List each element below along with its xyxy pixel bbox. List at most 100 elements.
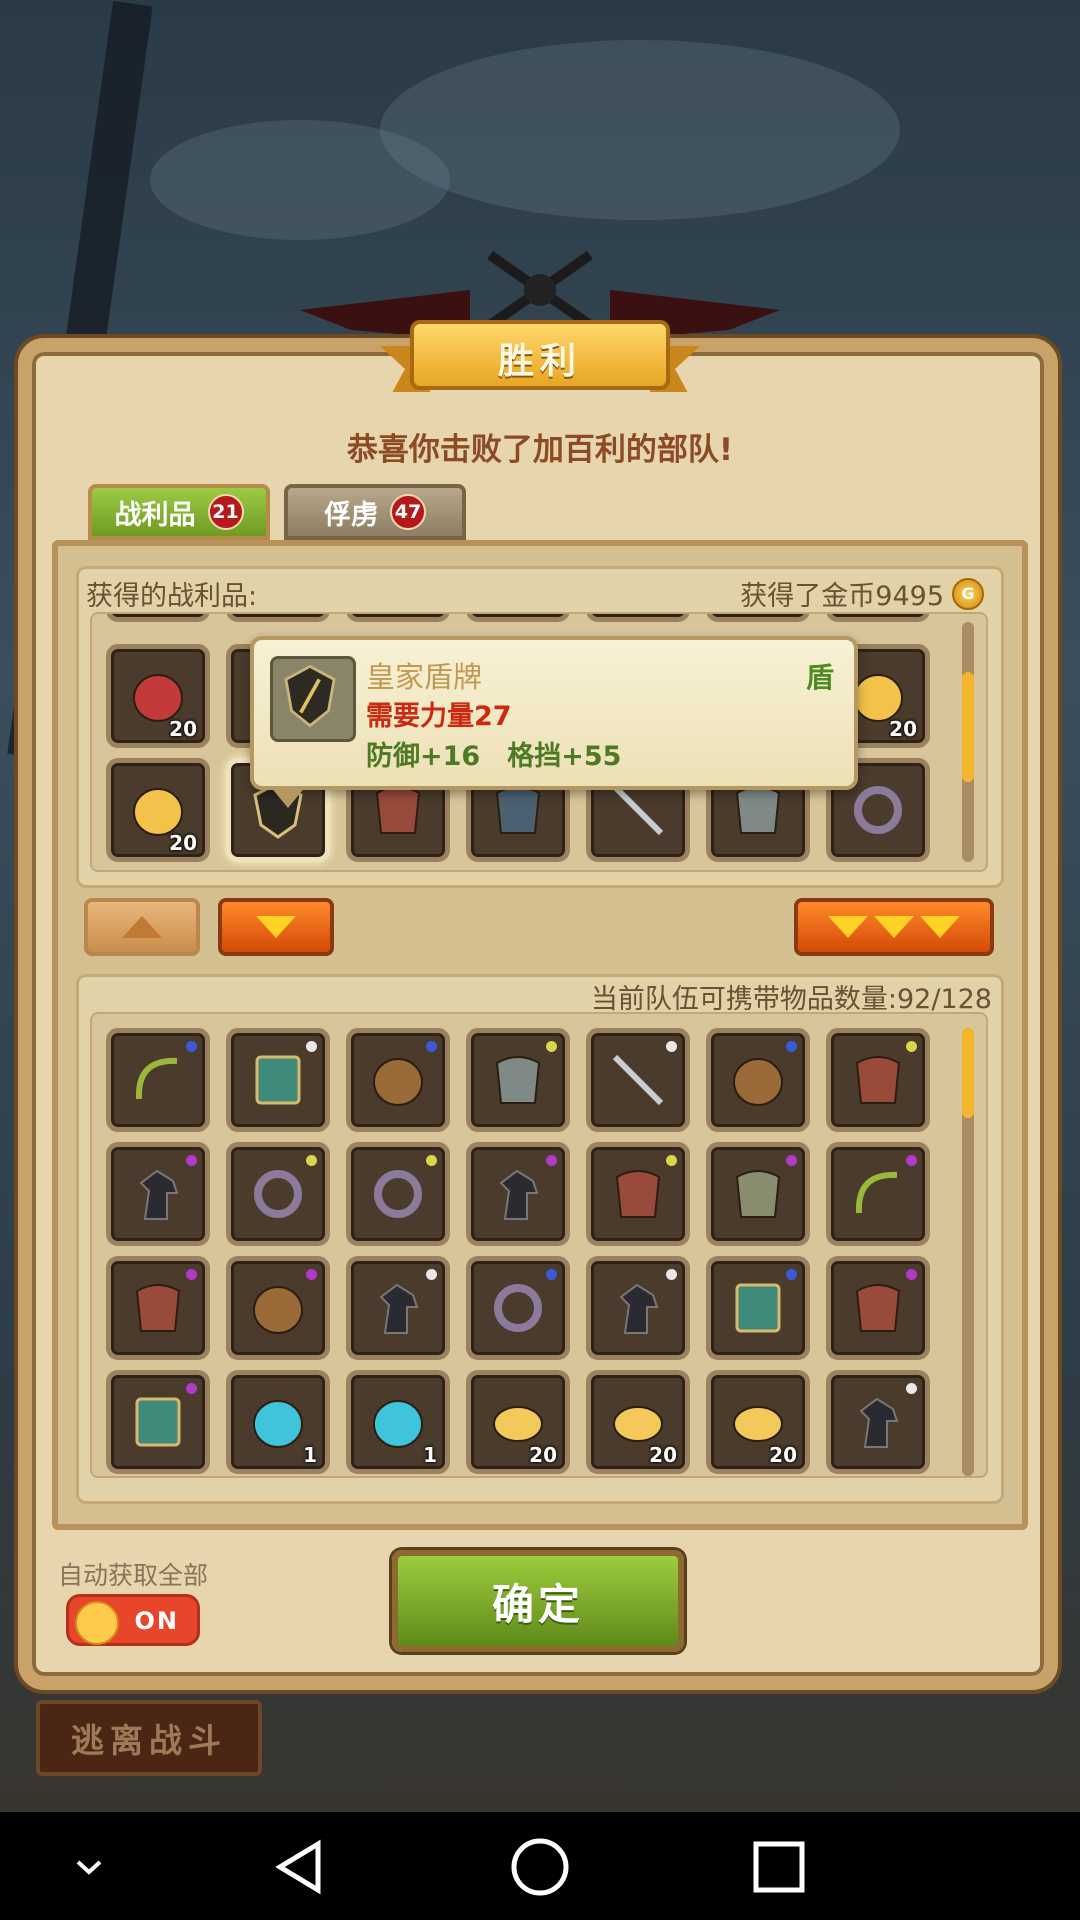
inventory-slot[interactable]: 20 [586, 1370, 690, 1474]
inventory-slot[interactable] [826, 1142, 930, 1246]
axe-icon [735, 1170, 781, 1218]
item-count: 1 [423, 1443, 437, 1467]
tab-loot[interactable]: 战利品 21 [88, 484, 270, 540]
title-ribbon: 胜利 [380, 310, 700, 402]
rarity-dot [666, 1155, 677, 1166]
tab-prisoners[interactable]: 俘虏 47 [284, 484, 466, 540]
round-shield-icon [733, 1058, 783, 1106]
armor-icon [135, 1284, 181, 1332]
loot-slot-partial[interactable] [226, 614, 330, 622]
inventory-slot[interactable]: 20 [706, 1370, 810, 1474]
item-count: 20 [649, 1443, 677, 1467]
scroll-thumb[interactable] [962, 672, 974, 782]
inventory-slot[interactable] [586, 1028, 690, 1132]
rarity-dot [906, 1041, 917, 1052]
loot-label: 获得的战利品: [86, 581, 258, 612]
inventory-slot[interactable] [826, 1370, 930, 1474]
inventory-slot[interactable] [466, 1142, 570, 1246]
loot-slot-partial[interactable] [106, 614, 210, 622]
inventory-slot[interactable]: 20 [466, 1370, 570, 1474]
background-cloud [380, 40, 900, 220]
sword-icon [612, 1054, 664, 1106]
inventory-slot[interactable] [586, 1142, 690, 1246]
capacity-text: 当前队伍可携带物品数量:92/128 [590, 984, 992, 1015]
inventory-slot[interactable]: 1 [226, 1370, 330, 1474]
inventory-slot[interactable] [226, 1256, 330, 1360]
rarity-dot [906, 1383, 917, 1394]
bow-icon [855, 1171, 898, 1214]
loot-slot-partial[interactable] [706, 614, 810, 622]
rarity-dot [546, 1155, 557, 1166]
dialog-title: 胜利 [497, 341, 582, 382]
count-badge: 21 [207, 494, 244, 530]
loot-slot-partial[interactable] [586, 614, 690, 622]
inventory-grid[interactable]: 1 1 20 20 20 [90, 1012, 988, 1478]
ring-icon [254, 1170, 302, 1218]
scroll-thumb[interactable] [962, 1028, 974, 1118]
recents-icon[interactable] [744, 1832, 814, 1902]
ring-icon [494, 1284, 542, 1332]
loot-slot-partial[interactable] [826, 614, 930, 622]
inventory-slot[interactable] [106, 1256, 210, 1360]
victory-message: 恭喜你击败了加百利的部队! [346, 432, 734, 468]
scroll-up-button[interactable] [84, 898, 200, 956]
loot-slot-partial[interactable] [346, 614, 450, 622]
inventory-scrollbar[interactable] [962, 1028, 974, 1476]
inventory-slot[interactable] [706, 1142, 810, 1246]
inventory-slot[interactable] [826, 1256, 930, 1360]
tooltip-shield-icon [270, 656, 356, 742]
confirm-button[interactable]: 确定 [392, 1550, 684, 1652]
rarity-dot [186, 1269, 197, 1280]
inventory-slot[interactable] [466, 1028, 570, 1132]
item-count: 20 [169, 717, 197, 741]
inventory-slot[interactable] [706, 1256, 810, 1360]
rarity-dot [306, 1041, 317, 1052]
escape-battle-button[interactable]: 逃离战斗 [36, 1700, 262, 1776]
inventory-slot[interactable] [706, 1028, 810, 1132]
helmet-icon [495, 1056, 541, 1104]
loot-slot[interactable]: 20 [106, 758, 210, 862]
chevron-down-icon[interactable] [54, 1832, 124, 1902]
loot-slot-partial[interactable] [466, 614, 570, 622]
armor-icon [855, 1056, 901, 1104]
rarity-dot [426, 1155, 437, 1166]
auto-collect-toggle[interactable]: ON [66, 1594, 200, 1646]
rarity-dot [906, 1269, 917, 1280]
inventory-slot[interactable] [106, 1370, 210, 1474]
loot-slot[interactable]: 20 [106, 644, 210, 748]
loot-scrollbar[interactable] [962, 622, 974, 862]
rarity-dot [546, 1269, 557, 1280]
inventory-slot[interactable]: 1 [346, 1370, 450, 1474]
inventory-slot[interactable] [346, 1256, 450, 1360]
inventory-slot[interactable] [466, 1256, 570, 1360]
inventory-slot[interactable] [346, 1028, 450, 1132]
rarity-dot [306, 1155, 317, 1166]
item-count: 1 [303, 1443, 317, 1467]
item-tooltip: 皇家盾牌 盾 需要力量27 防御+16 格挡+55 [250, 636, 858, 808]
inventory-slot[interactable] [226, 1028, 330, 1132]
home-icon[interactable] [505, 1832, 575, 1902]
inventory-slot[interactable] [106, 1028, 210, 1132]
round-shield-icon [373, 1058, 423, 1106]
gold-text: 获得了金币9495 [740, 581, 944, 612]
scroll-down-button[interactable] [218, 898, 334, 956]
rarity-dot [906, 1155, 917, 1166]
inventory-slot[interactable] [826, 1028, 930, 1132]
arrow-down-icon [874, 916, 914, 938]
rarity-dot [786, 1269, 797, 1280]
item-count: 20 [889, 717, 917, 741]
tooltip-pointer [270, 786, 306, 808]
rarity-dot [666, 1269, 677, 1280]
back-icon[interactable] [266, 1832, 336, 1902]
inventory-slot[interactable] [586, 1256, 690, 1360]
item-requirement: 需要力量27 [366, 701, 512, 732]
inventory-slot[interactable] [226, 1142, 330, 1246]
rarity-dot [786, 1155, 797, 1166]
arrow-down-icon [256, 916, 296, 938]
transfer-all-button[interactable] [794, 898, 994, 956]
inventory-slot[interactable] [106, 1142, 210, 1246]
book-icon [135, 1397, 181, 1447]
armor-icon [615, 1170, 661, 1218]
book-icon [735, 1283, 781, 1333]
inventory-slot[interactable] [346, 1142, 450, 1246]
